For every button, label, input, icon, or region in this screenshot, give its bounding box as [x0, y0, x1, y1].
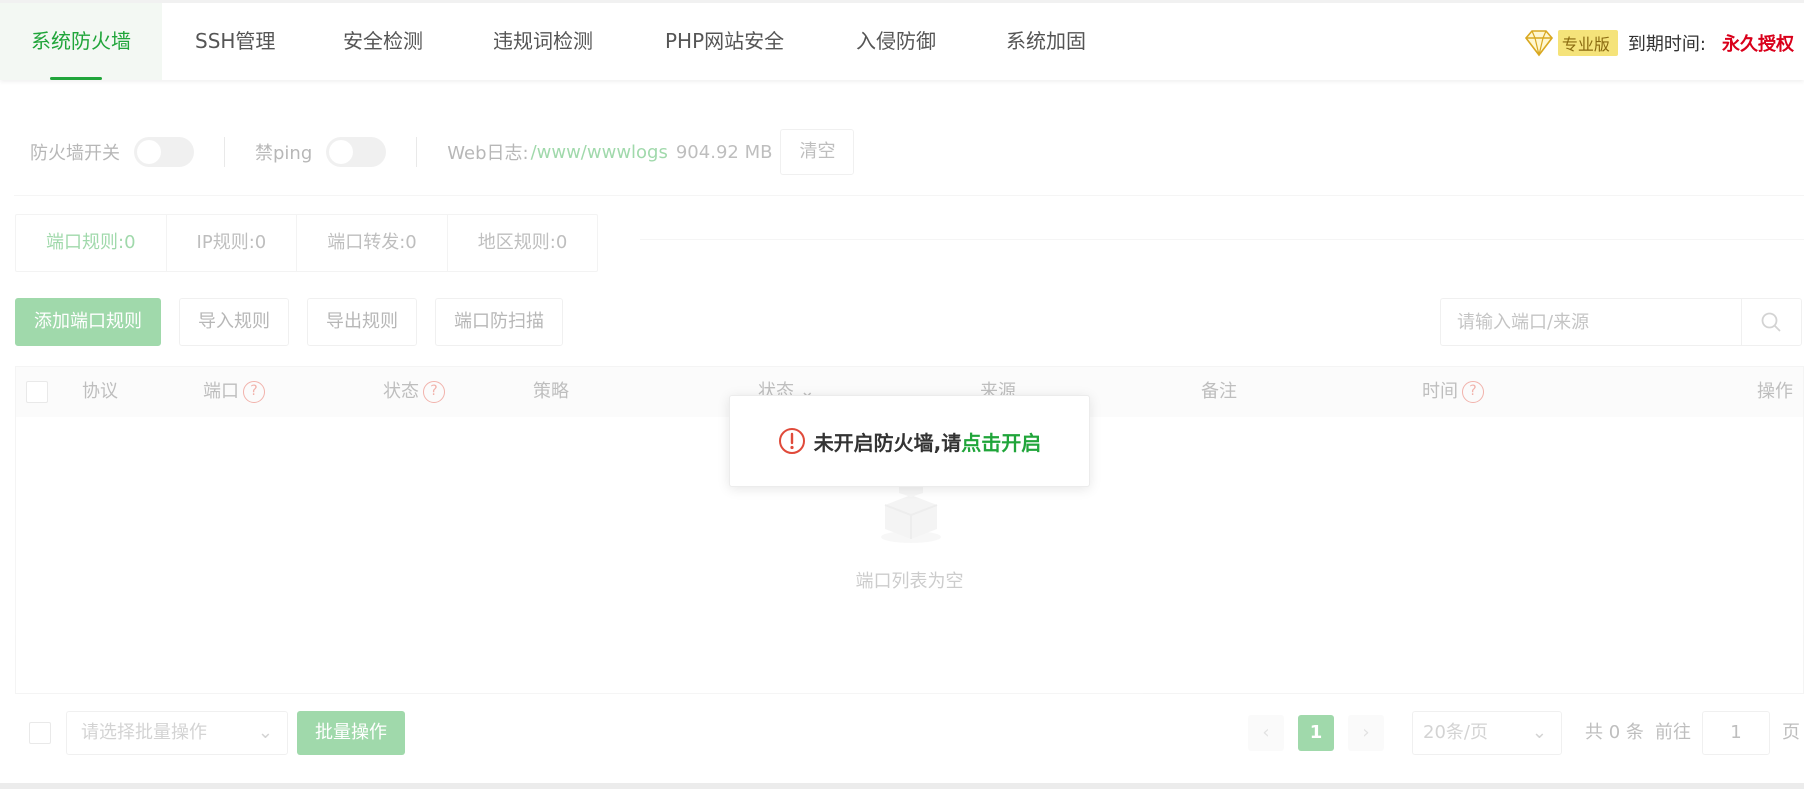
firewall-off-toast: 未开启防火墙,请 点击开启 — [729, 395, 1090, 487]
chevron-down-icon: ⌄ — [1531, 722, 1547, 743]
table-footer: 请选择批量操作 ⌄ 批量操作 ‹ 1 › 20条/页 ⌄ 共 0 条 前往 1 … — [0, 711, 1804, 759]
batch-select-checkbox[interactable] — [29, 722, 51, 744]
tab-region-rules[interactable]: 地区规则:0 — [448, 215, 598, 271]
tab-php-security[interactable]: PHP网站安全 — [665, 3, 784, 80]
batch-action-button[interactable]: 批量操作 — [297, 711, 405, 755]
switch-row: 防火墙开关 禁ping Web日志: /www/wwwlogs 904.92 M… — [30, 129, 855, 175]
search-icon — [1761, 312, 1781, 332]
port-antiscan-button[interactable]: 端口防扫描 — [435, 298, 563, 346]
weblog-size: 904.92 MB — [675, 141, 773, 163]
top-nav: 系统防火墙 SSH管理 安全检测 违规词检测 PHP网站安全 入侵防御 系统加固… — [0, 0, 1804, 80]
edition-badge: 专业版 — [1557, 30, 1618, 56]
select-placeholder: 请选择批量操作 — [81, 722, 207, 743]
next-page-button[interactable]: › — [1348, 715, 1384, 751]
ping-switch-label: 禁ping — [255, 143, 313, 164]
tab-label: 违规词检测 — [493, 29, 593, 53]
enable-firewall-link[interactable]: 点击开启 — [961, 427, 1041, 456]
weblog-path-link[interactable]: /www/wwwlogs — [531, 142, 668, 163]
weblog-label: Web日志: — [447, 143, 529, 164]
tab-label: 安全检测 — [343, 29, 423, 53]
action-bar: 添加端口规则 导入规则 导出规则 端口防扫描 — [15, 298, 581, 346]
col-remark[interactable]: 备注 — [1201, 367, 1237, 417]
tab-label: 系统防火墙 — [31, 29, 131, 53]
page-number-button[interactable]: 1 — [1298, 715, 1334, 751]
toast-message: 未开启防火墙,请 — [813, 430, 962, 455]
clear-log-button[interactable]: 清空 — [780, 129, 855, 175]
tab-system-hardening[interactable]: 系统加固 — [1006, 3, 1086, 80]
active-tab-indicator — [50, 77, 102, 80]
expire-label: 到期时间: — [1627, 34, 1706, 55]
goto-label: 前往 — [1655, 722, 1691, 743]
divider — [416, 137, 418, 167]
bottom-divider — [0, 783, 1804, 789]
firewall-toggle[interactable] — [134, 137, 194, 167]
page-size-value: 20条/页 — [1423, 722, 1488, 743]
select-all-checkbox[interactable] — [26, 381, 48, 403]
tab-security-scan[interactable]: 安全检测 — [343, 3, 423, 80]
diamond-icon — [1524, 30, 1553, 57]
tab-label: SSH管理 — [195, 29, 276, 53]
prev-page-button[interactable]: ‹ — [1248, 715, 1284, 751]
help-icon[interactable]: ? — [1462, 381, 1484, 403]
tab-label: PHP网站安全 — [665, 29, 785, 53]
add-port-rule-button[interactable]: 添加端口规则 — [15, 298, 161, 346]
warning-icon — [778, 428, 805, 454]
search-button[interactable] — [1741, 299, 1801, 345]
tab-ssh[interactable]: SSH管理 — [195, 3, 275, 80]
help-icon[interactable]: ? — [423, 381, 445, 403]
tab-label: 入侵防御 — [856, 29, 936, 53]
col-protocol[interactable]: 协议 — [82, 367, 118, 417]
batch-action-select[interactable]: 请选择批量操作 ⌄ — [66, 711, 288, 755]
license-info: 专业版 到期时间: 永久授权 — [1522, 27, 1794, 59]
tab-label: 系统加固 — [1006, 29, 1086, 53]
rule-tabs: 端口规则:0 IP规则:0 端口转发:0 地区规则:0 — [15, 214, 599, 272]
help-icon[interactable]: ? — [243, 381, 265, 403]
col-label: 时间 — [1422, 381, 1458, 402]
goto-page-input[interactable]: 1 — [1702, 711, 1770, 755]
col-label: 状态 — [383, 381, 419, 402]
page-suffix: 页 — [1782, 722, 1800, 743]
import-rules-button[interactable]: 导入规则 — [179, 298, 289, 346]
col-status[interactable]: 状态? — [383, 367, 445, 417]
firewall-switch-label: 防火墙开关 — [30, 143, 120, 164]
chevron-down-icon: ⌄ — [257, 722, 273, 743]
tab-port-rules[interactable]: 端口规则:0 — [16, 215, 167, 271]
tab-word-check[interactable]: 违规词检测 — [493, 3, 593, 80]
col-port[interactable]: 端口? — [203, 367, 265, 417]
search-box — [1440, 298, 1802, 346]
divider — [640, 239, 1804, 240]
empty-state-text: 端口列表为空 — [855, 571, 964, 592]
export-rules-button[interactable]: 导出规则 — [307, 298, 417, 346]
page-size-select[interactable]: 20条/页 ⌄ — [1412, 711, 1562, 755]
divider — [224, 137, 225, 167]
tab-intrusion-defense[interactable]: 入侵防御 — [856, 3, 936, 80]
search-input[interactable] — [1441, 299, 1741, 345]
expire-value: 永久授权 — [1722, 34, 1794, 55]
tab-port-forward[interactable]: 端口转发:0 — [297, 215, 448, 271]
tab-ip-rules[interactable]: IP规则:0 — [167, 215, 298, 271]
divider — [14, 195, 1804, 196]
ping-toggle[interactable] — [326, 137, 387, 167]
col-policy[interactable]: 策略 — [533, 367, 569, 417]
col-time[interactable]: 时间? — [1422, 367, 1484, 417]
tab-system-firewall[interactable]: 系统防火墙 — [0, 3, 162, 80]
total-count: 共 0 条 — [1585, 722, 1644, 743]
col-label: 端口 — [203, 381, 239, 402]
col-operations: 操作 — [1757, 381, 1793, 402]
